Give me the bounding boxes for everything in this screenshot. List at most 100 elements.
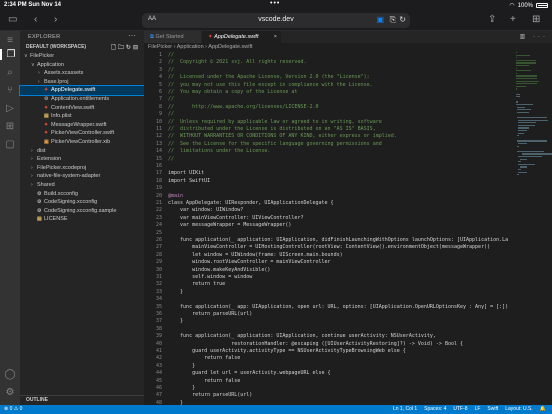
accounts-icon[interactable]: ◯ bbox=[0, 369, 20, 380]
status-item[interactable]: 🔔 bbox=[540, 405, 546, 414]
code-line[interactable]: window.makeKeyAndVisible() bbox=[168, 267, 508, 274]
tree-item[interactable]: › Base.lproj bbox=[20, 78, 144, 87]
code-line[interactable]: // bbox=[168, 156, 508, 163]
code-line[interactable]: } bbox=[168, 385, 508, 392]
tree-item[interactable]: ∨ FilePicker bbox=[20, 52, 144, 61]
editor-actions[interactable]: ▥ ··· bbox=[520, 31, 548, 43]
remote-icon[interactable]: ▢ bbox=[0, 139, 20, 150]
tab-appdelegate[interactable]: ✦ AppDelegate.swift × bbox=[202, 31, 282, 43]
tree-item[interactable]: ✦ MessageWrapper.swift bbox=[20, 121, 144, 130]
code-line[interactable]: class AppDelegate: UIResponder, UIApplic… bbox=[168, 200, 508, 207]
code-line[interactable]: guard userActivity.activityType == NSUse… bbox=[168, 348, 508, 355]
code-line[interactable]: restorationHandler: @escaping ([UIUserAc… bbox=[168, 341, 508, 348]
code-line[interactable]: let window = UIWindow(frame: UIScreen.ma… bbox=[168, 252, 508, 259]
tree-item[interactable]: ▣ PickerViewController.xib bbox=[20, 138, 144, 147]
code-line[interactable]: mainViewController = UIHostingController… bbox=[168, 244, 508, 251]
code-line[interactable]: // You may obtain a copy of the License … bbox=[168, 89, 508, 96]
code-line[interactable]: window.rootViewController = mainViewCont… bbox=[168, 259, 508, 266]
share-sheet-icon[interactable]: ⎘ bbox=[390, 15, 396, 25]
code-line[interactable]: func application(_ app: UIApplication, o… bbox=[168, 304, 508, 311]
code-line[interactable]: func application(_ application: UIApplic… bbox=[168, 237, 508, 244]
code-line[interactable]: import SwiftUI bbox=[168, 178, 508, 185]
new-tab-icon[interactable]: + bbox=[510, 13, 516, 27]
code-line[interactable]: self.window = window bbox=[168, 274, 508, 281]
code-line[interactable]: import UIKit bbox=[168, 170, 508, 177]
tree-item[interactable]: › native-file-system-adapter bbox=[20, 172, 144, 181]
problems-indicator[interactable]: ⊗ 0 ⚠ 0 bbox=[4, 405, 22, 414]
code-line[interactable]: } bbox=[168, 363, 508, 370]
code-line[interactable]: var mainViewController: UIViewController… bbox=[168, 215, 508, 222]
tree-item[interactable]: ✦ PickerViewController.swift bbox=[20, 129, 144, 138]
code-line[interactable]: // Licensed under the Apache License, Ve… bbox=[168, 74, 508, 81]
forward-icon[interactable]: › bbox=[54, 13, 57, 27]
settings-gear-icon[interactable]: ⚙ bbox=[0, 387, 20, 398]
multitask-dots[interactable]: ••• bbox=[270, 0, 280, 7]
code-line[interactable] bbox=[168, 163, 508, 170]
tree-item[interactable]: ⚙ CodeSigning.xcconfig.sample bbox=[20, 207, 144, 216]
code-line[interactable]: guard let url = userActivity.webpageURL … bbox=[168, 370, 508, 377]
code-line[interactable]: return parseURL(url) bbox=[168, 311, 508, 318]
code-line[interactable]: // bbox=[168, 52, 508, 59]
status-item[interactable]: UTF-8 bbox=[453, 405, 467, 414]
tree-item[interactable]: › dist bbox=[20, 147, 144, 156]
code-line[interactable]: // See the License for the specific lang… bbox=[168, 141, 508, 148]
code-line[interactable]: // Unless required by applicable law or … bbox=[168, 119, 508, 126]
code-line[interactable]: return true bbox=[168, 281, 508, 288]
files-icon[interactable]: ❐ bbox=[0, 49, 20, 60]
code-line[interactable]: // bbox=[168, 96, 508, 103]
code-line[interactable]: } bbox=[168, 289, 508, 296]
code-line[interactable]: return false bbox=[168, 378, 508, 385]
menu-icon[interactable]: ≡ bbox=[0, 35, 20, 46]
run-debug-icon[interactable]: ▷ bbox=[0, 103, 20, 114]
extensions-icon[interactable]: ⊞ bbox=[0, 121, 20, 132]
workspace-header[interactable]: DEFAULT (WORKSPACE) 🗋🗀↻⊟ bbox=[20, 43, 144, 52]
code-line[interactable]: // you may not use this file except in c… bbox=[168, 82, 508, 89]
code-editor[interactable]: 1 2 3 4 5 6 7 8 9 10 11 12 13 14 15 16 17 18 19 20 21 22 23 24 2… bbox=[144, 52, 552, 406]
tree-item[interactable]: ⚙ Build.xcconfig bbox=[20, 190, 144, 199]
close-tab-icon[interactable]: × bbox=[274, 31, 277, 43]
code-line[interactable]: // http://www.apache.org/licenses/LICENS… bbox=[168, 104, 508, 111]
back-icon[interactable]: ‹ bbox=[34, 13, 37, 27]
tree-item[interactable]: ▤ Info.plist bbox=[20, 112, 144, 121]
code-line[interactable] bbox=[168, 326, 508, 333]
address-bar[interactable]: AA vscode.dev ▣ ⎘ ↻ bbox=[142, 13, 410, 28]
breadcrumb[interactable]: FilePicker › Application › AppDelegate.s… bbox=[144, 43, 552, 52]
code-line[interactable]: var messageWrapper = MessageWrapper() bbox=[168, 222, 508, 229]
status-item[interactable]: Ln 1, Col 1 bbox=[393, 405, 417, 414]
status-item[interactable]: Swift bbox=[487, 405, 498, 414]
code-line[interactable]: } bbox=[168, 318, 508, 325]
status-item[interactable]: LF bbox=[475, 405, 481, 414]
code-line[interactable]: // bbox=[168, 111, 508, 118]
code-line[interactable]: // limitations under the License. bbox=[168, 148, 508, 155]
extension-icon[interactable]: ▣ bbox=[376, 15, 384, 24]
share-icon[interactable]: ⇪ bbox=[488, 13, 496, 27]
code-line[interactable]: var window: UIWindow? bbox=[168, 207, 508, 214]
minimap[interactable] bbox=[516, 52, 552, 182]
reload-icon[interactable]: ↻ bbox=[399, 15, 406, 24]
code-line[interactable]: return false bbox=[168, 355, 508, 362]
tree-item[interactable]: › Assets.xcassets bbox=[20, 69, 144, 78]
code-line[interactable] bbox=[168, 185, 508, 192]
tab-get-started[interactable]: ⧉ Get Started bbox=[144, 31, 202, 43]
code-line[interactable]: func application(_ application: UIApplic… bbox=[168, 333, 508, 340]
status-item[interactable]: Layout: U.S. bbox=[505, 405, 533, 414]
source-control-icon[interactable]: ⑂ bbox=[0, 85, 20, 96]
outline-section[interactable]: OUTLINE bbox=[20, 395, 144, 405]
tree-item[interactable]: › Extension bbox=[20, 155, 144, 164]
code-line[interactable]: // bbox=[168, 67, 508, 74]
status-item[interactable]: Spaces: 4 bbox=[424, 405, 446, 414]
search-icon[interactable]: ⌕ bbox=[0, 67, 20, 78]
tree-item[interactable]: ⚙ Application.entitlements bbox=[20, 95, 144, 104]
code-line[interactable]: // distributed under the License is dist… bbox=[168, 126, 508, 133]
code-line[interactable]: @main bbox=[168, 193, 508, 200]
code-line[interactable]: return parseURL(url) bbox=[168, 392, 508, 399]
tree-item[interactable]: ✦ AppDelegate.swift bbox=[19, 85, 145, 96]
code-line[interactable] bbox=[168, 296, 508, 303]
sidebar-toggle-icon[interactable]: ▭ bbox=[8, 13, 17, 27]
tabs-overview-icon[interactable]: ⊞ bbox=[532, 13, 540, 27]
code-line[interactable]: // Copyright © 2021 ssj. All rights rese… bbox=[168, 59, 508, 66]
code-line[interactable] bbox=[168, 230, 508, 237]
tree-item[interactable]: ✦ ContentView.swift bbox=[20, 104, 144, 113]
tree-item[interactable]: ▤ LICENSE bbox=[20, 215, 144, 224]
tree-item[interactable]: ∨ Application bbox=[20, 61, 144, 70]
